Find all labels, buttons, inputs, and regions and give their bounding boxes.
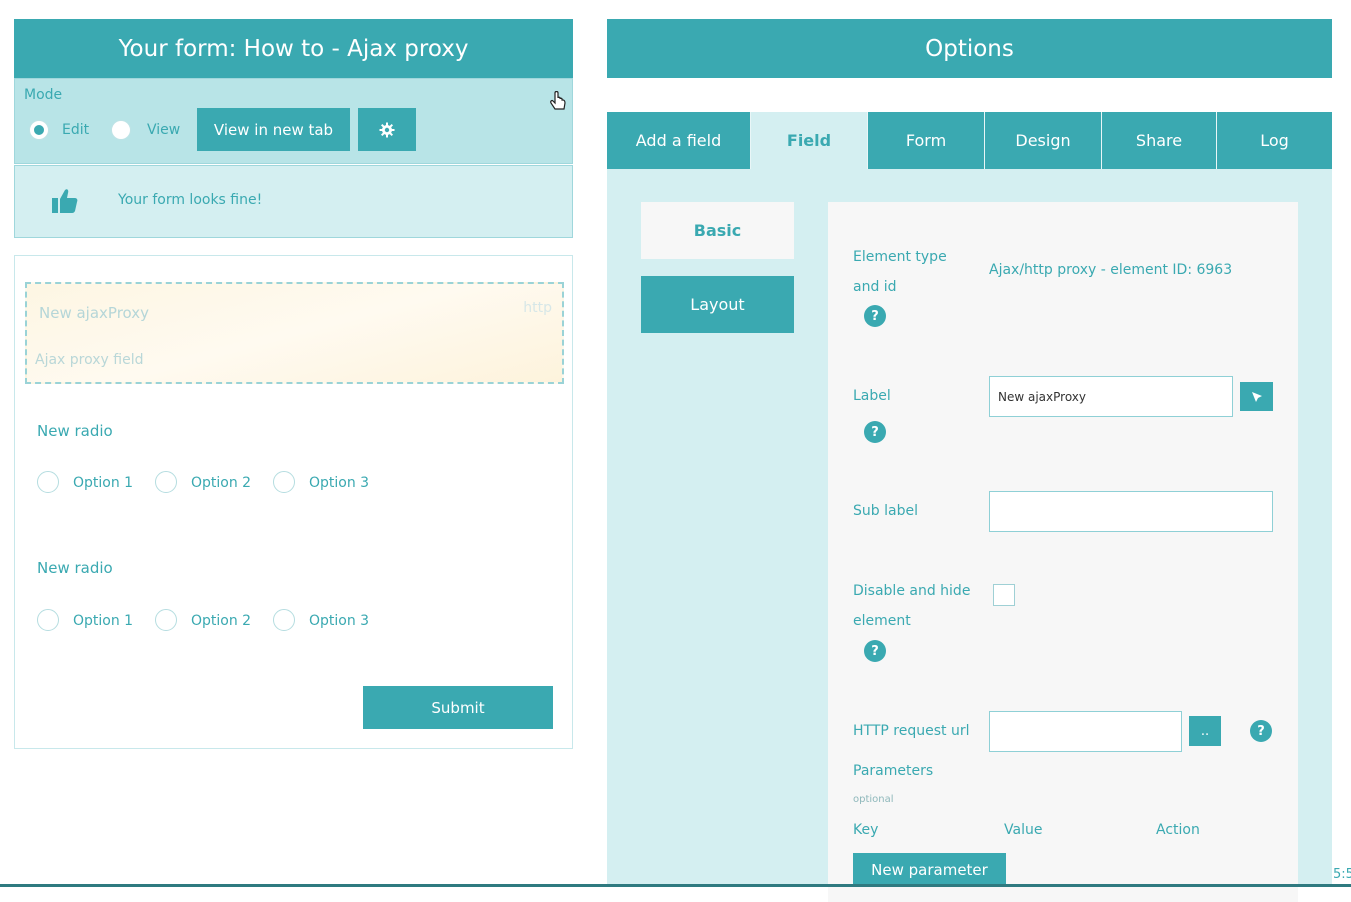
- tab-share[interactable]: Share: [1102, 112, 1217, 169]
- label-dropdown-button[interactable]: [1240, 382, 1273, 411]
- mode-view-radio[interactable]: [111, 120, 131, 140]
- radio-option-label[interactable]: Option 2: [191, 613, 251, 629]
- settings-button[interactable]: [358, 108, 416, 151]
- options-tabs: Add a field Field Form Design Share Log: [607, 112, 1332, 169]
- radio-option-label[interactable]: Option 1: [73, 475, 133, 491]
- mode-view-label[interactable]: View: [147, 122, 180, 138]
- sub-label-input[interactable]: [989, 491, 1273, 532]
- hand-cursor-icon: [550, 91, 566, 110]
- options-title: Options: [607, 19, 1332, 78]
- radio-group-title: New radio: [37, 559, 113, 577]
- properties-panel: Element type and id ? Ajax/http proxy - …: [828, 202, 1298, 902]
- radio-option[interactable]: [37, 609, 59, 631]
- mode-label: Mode: [24, 87, 63, 103]
- proxy-field-type-hint: http: [523, 300, 552, 316]
- radio-option-label[interactable]: Option 1: [73, 613, 133, 629]
- column-key: Key: [853, 822, 879, 838]
- form-status-text: Your form looks fine!: [118, 192, 263, 208]
- proxy-field-sublabel: Ajax proxy field: [35, 352, 144, 368]
- tab-log[interactable]: Log: [1217, 112, 1332, 169]
- form-status-box: Your form looks fine!: [14, 165, 573, 238]
- radio-option[interactable]: [37, 471, 59, 493]
- radio-option[interactable]: [273, 471, 295, 493]
- radio-option[interactable]: [155, 471, 177, 493]
- gear-icon: [379, 122, 395, 137]
- form-title: Your form: How to - Ajax proxy: [14, 19, 573, 78]
- help-icon[interactable]: ?: [864, 421, 886, 443]
- label-label: Label: [853, 388, 891, 404]
- tab-design[interactable]: Design: [985, 112, 1102, 169]
- tab-form[interactable]: Form: [868, 112, 985, 169]
- help-icon[interactable]: ?: [864, 305, 886, 327]
- element-type-value: Ajax/http proxy - element ID: 6963: [989, 262, 1233, 278]
- element-type-label: Element type and id: [853, 249, 947, 295]
- browse-url-button[interactable]: ..: [1189, 716, 1221, 746]
- tab-add-a-field[interactable]: Add a field: [607, 112, 751, 169]
- tab-field[interactable]: Field: [751, 112, 868, 169]
- help-icon[interactable]: ?: [1250, 720, 1272, 742]
- radio-group-title: New radio: [37, 422, 113, 440]
- thumbs-up-icon: [52, 189, 78, 213]
- pointer-arrow-icon: [1251, 391, 1262, 402]
- parameters-optional-note: optional: [853, 794, 894, 805]
- new-parameter-button[interactable]: New parameter: [853, 853, 1006, 887]
- ajax-proxy-field[interactable]: New ajaxProxy http Ajax proxy field: [25, 282, 564, 384]
- help-icon[interactable]: ?: [864, 640, 886, 662]
- form-preview: New ajaxProxy http Ajax proxy field New …: [14, 255, 573, 749]
- subtab-layout[interactable]: Layout: [641, 276, 794, 333]
- http-url-input[interactable]: [989, 711, 1182, 752]
- mode-edit-label[interactable]: Edit: [62, 122, 89, 138]
- submit-button[interactable]: Submit: [363, 686, 553, 729]
- radio-option[interactable]: [155, 609, 177, 631]
- sub-label-label: Sub label: [853, 503, 918, 519]
- options-body: Basic Layout Element type and id ? Ajax/…: [607, 169, 1332, 902]
- column-value: Value: [1004, 822, 1043, 838]
- clock-fragment: 5:5: [1333, 867, 1351, 882]
- disable-hide-label: Disable and hide element: [853, 583, 971, 629]
- radio-option[interactable]: [273, 609, 295, 631]
- label-input[interactable]: [989, 376, 1233, 417]
- radio-option-label[interactable]: Option 3: [309, 613, 369, 629]
- parameters-label: Parameters: [853, 763, 934, 779]
- http-url-label: HTTP request url: [853, 723, 970, 739]
- subtab-basic[interactable]: Basic: [641, 202, 794, 259]
- view-in-new-tab-button[interactable]: View in new tab: [197, 108, 350, 151]
- radio-option-label[interactable]: Option 2: [191, 475, 251, 491]
- mode-edit-radio[interactable]: [29, 120, 49, 140]
- mode-bar: Mode Edit View View in new tab: [14, 78, 573, 164]
- radio-option-label[interactable]: Option 3: [309, 475, 369, 491]
- column-action: Action: [1156, 822, 1200, 838]
- proxy-field-label: New ajaxProxy: [39, 304, 150, 322]
- disable-hide-checkbox[interactable]: [993, 584, 1015, 606]
